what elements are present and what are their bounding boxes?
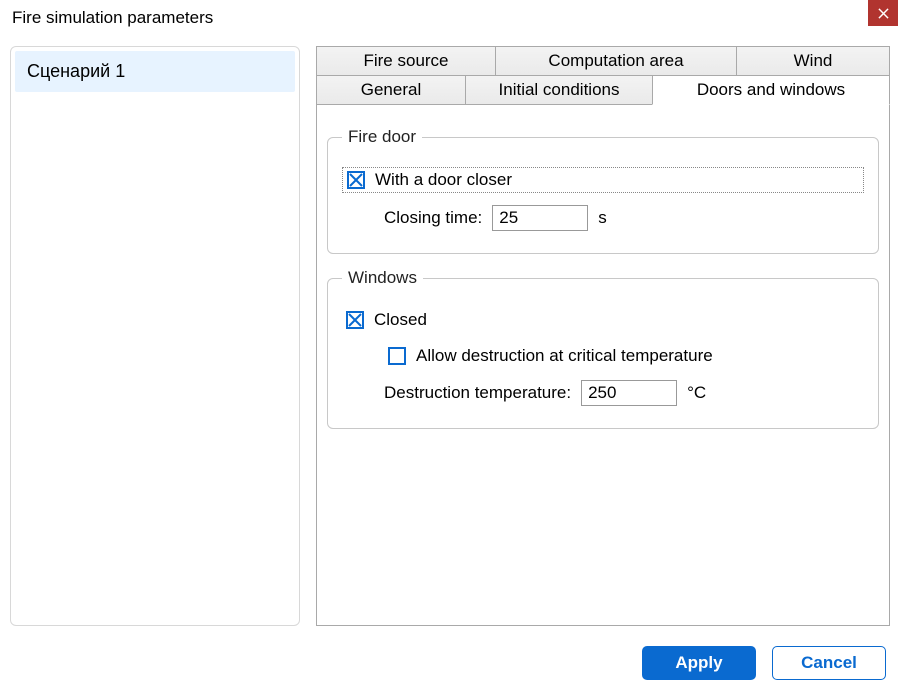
windows-closed-row[interactable]: Closed xyxy=(342,308,864,332)
windows-closed-label: Closed xyxy=(374,310,427,330)
destruction-temp-label: Destruction temperature: xyxy=(384,383,571,403)
tab-label: Wind xyxy=(794,51,833,70)
closing-time-unit: s xyxy=(598,208,607,228)
fire-door-group: Fire door With a door closer Closing tim… xyxy=(327,127,879,254)
fire-door-legend: Fire door xyxy=(342,127,422,147)
closing-time-row: Closing time: s xyxy=(384,205,864,231)
tab-label: Doors and windows xyxy=(697,80,845,99)
tab-fire-source[interactable]: Fire source xyxy=(316,46,496,76)
with-door-closer-checkbox[interactable] xyxy=(347,171,365,189)
tab-initial-conditions[interactable]: Initial conditions xyxy=(465,75,653,105)
destruction-temp-row: Destruction temperature: °C xyxy=(384,380,864,406)
x-mark-icon xyxy=(349,173,363,187)
window-title: Fire simulation parameters xyxy=(0,0,225,36)
tab-label: Computation area xyxy=(548,51,683,70)
close-icon xyxy=(878,8,889,19)
windows-group: Windows Closed xyxy=(327,268,879,429)
sidebar-item-scenario-1[interactable]: Сценарий 1 xyxy=(15,51,295,92)
apply-button-label: Apply xyxy=(675,653,722,673)
tab-content-doors-and-windows: Fire door With a door closer Closing tim… xyxy=(316,105,890,626)
allow-destruction-label: Allow destruction at critical temperatur… xyxy=(416,346,713,366)
with-door-closer-row[interactable]: With a door closer xyxy=(342,167,864,193)
tab-label: Initial conditions xyxy=(499,80,620,99)
content-area: Сценарий 1 Fire source Computation area … xyxy=(0,36,900,626)
tabs-row-bottom: General Initial conditions Doors and win… xyxy=(316,75,890,105)
close-button[interactable] xyxy=(868,0,898,26)
sidebar-item-label: Сценарий 1 xyxy=(27,61,125,81)
allow-destruction-row[interactable]: Allow destruction at critical temperatur… xyxy=(384,344,864,368)
tab-label: Fire source xyxy=(363,51,448,70)
windows-legend: Windows xyxy=(342,268,423,288)
main-panel: Fire source Computation area Wind Genera… xyxy=(316,46,890,626)
with-door-closer-label: With a door closer xyxy=(375,170,512,190)
cancel-button-label: Cancel xyxy=(801,653,857,673)
destruction-temp-unit: °C xyxy=(687,383,706,403)
allow-destruction-checkbox[interactable] xyxy=(388,347,406,365)
cancel-button[interactable]: Cancel xyxy=(772,646,886,680)
windows-closed-checkbox[interactable] xyxy=(346,311,364,329)
tab-wind[interactable]: Wind xyxy=(736,46,890,76)
closing-time-label: Closing time: xyxy=(384,208,482,228)
scenario-sidebar: Сценарий 1 xyxy=(10,46,300,626)
tab-label: General xyxy=(361,80,421,99)
tab-doors-and-windows[interactable]: Doors and windows xyxy=(652,75,890,105)
footer: Apply Cancel xyxy=(0,626,900,696)
destruction-temp-input[interactable] xyxy=(581,380,677,406)
tabs-row-top: Fire source Computation area Wind xyxy=(316,46,890,76)
closing-time-input[interactable] xyxy=(492,205,588,231)
titlebar: Fire simulation parameters xyxy=(0,0,900,36)
x-mark-icon xyxy=(348,313,362,327)
tab-general[interactable]: General xyxy=(316,75,466,105)
tab-computation-area[interactable]: Computation area xyxy=(495,46,737,76)
apply-button[interactable]: Apply xyxy=(642,646,756,680)
window: Fire simulation parameters Сценарий 1 Fi… xyxy=(0,0,900,696)
